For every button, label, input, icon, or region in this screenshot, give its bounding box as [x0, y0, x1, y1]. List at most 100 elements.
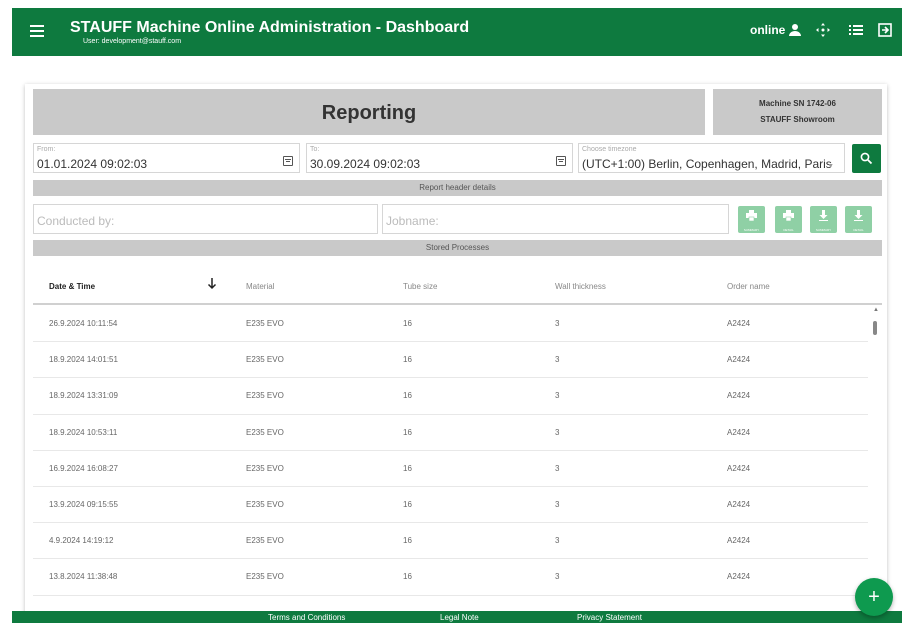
- arrow-down-icon[interactable]: [207, 278, 217, 290]
- cell-wall-thickness: 3: [555, 463, 560, 473]
- print-summary-button[interactable]: SUMMARY: [738, 206, 765, 233]
- report-header-section-title: Report header details: [33, 180, 882, 196]
- cell-tube-size: 16: [403, 536, 412, 546]
- download-icon: [819, 210, 828, 221]
- cell-order-name: A2424: [727, 499, 751, 509]
- jobname-input[interactable]: Jobname:: [382, 204, 729, 234]
- cell-date-time: 18.9.2024 13:31:09: [49, 391, 118, 401]
- search-button[interactable]: [852, 144, 881, 173]
- cell-date-time: 18.9.2024 14:01:51: [49, 355, 118, 365]
- cell-tube-size: 16: [403, 572, 412, 582]
- column-header-tube-size[interactable]: Tube size: [403, 282, 437, 291]
- cell-material: E235 EVO: [246, 572, 284, 582]
- button-caption: DETAIL: [783, 228, 794, 232]
- cell-tube-size: 16: [403, 319, 412, 328]
- from-date-field[interactable]: From: 01.01.2024 09:02:03: [33, 143, 300, 173]
- table-row[interactable]: 18.9.2024 10:53:11 E235 EVO 16 3 A2424: [33, 415, 868, 451]
- machine-location: STAUFF Showroom: [760, 115, 835, 124]
- table-row[interactable]: 4.9.2024 14:19:12 E235 EVO 16 3 A2424: [33, 523, 868, 560]
- timezone-label: Choose timezone: [582, 146, 637, 153]
- to-date-field[interactable]: To: 30.09.2024 09:02:03: [306, 143, 573, 173]
- cell-wall-thickness: 3: [555, 391, 560, 401]
- top-app-bar: STAUFF Machine Online Administration - D…: [12, 8, 902, 56]
- footer: Terms and Conditions Legal Note Privacy …: [12, 611, 902, 623]
- column-header-material[interactable]: Material: [246, 282, 274, 291]
- cell-wall-thickness: 3: [555, 355, 560, 365]
- conducted-by-placeholder: Conducted by:: [37, 214, 115, 228]
- cell-material: E235 EVO: [246, 355, 284, 365]
- table-row[interactable]: 26.9.2024 10:11:54 E235 EVO 16 3 A2424: [33, 306, 868, 343]
- conducted-by-input[interactable]: Conducted by:: [33, 204, 378, 234]
- cell-tube-size: 16: [403, 499, 412, 509]
- column-header-date-time[interactable]: Date & Time: [49, 282, 95, 291]
- logout-icon[interactable]: [877, 22, 893, 38]
- privacy-link[interactable]: Privacy Statement: [577, 613, 642, 622]
- table-row[interactable]: 13.8.2024 11:38:48 E235 EVO 16 3 A2424: [33, 559, 868, 596]
- cell-date-time: 16.9.2024 16:08:27: [49, 463, 118, 473]
- list-icon[interactable]: [848, 22, 864, 38]
- stored-processes-section-title: Stored Processes: [33, 240, 882, 256]
- print-icon: [746, 210, 757, 221]
- move-icon[interactable]: [815, 22, 831, 38]
- menu-icon[interactable]: [30, 25, 44, 37]
- app-title: STAUFF Machine Online Administration - D…: [70, 19, 470, 36]
- reporting-card: Reporting Machine SN 1742-06 STAUFF Show…: [25, 84, 887, 614]
- download-detail-button[interactable]: DETAIL: [845, 206, 872, 233]
- page-title: Reporting: [321, 102, 417, 124]
- machine-serial: Machine SN 1742-06: [759, 99, 836, 108]
- jobname-placeholder: Jobname:: [386, 214, 439, 228]
- cell-material: E235 EVO: [246, 463, 284, 473]
- print-icon: [783, 210, 794, 221]
- cell-material: E235 EVO: [246, 536, 284, 546]
- to-value: 30.09.2024 09:02:03: [310, 157, 421, 171]
- cell-material: E235 EVO: [246, 427, 284, 437]
- cell-wall-thickness: 3: [555, 499, 560, 509]
- column-header-order-name[interactable]: Order name: [727, 282, 770, 291]
- cell-wall-thickness: 3: [555, 572, 560, 582]
- cell-date-time: 4.9.2024 14:19:12: [49, 536, 114, 546]
- table-row[interactable]: 13.9.2024 09:15:55 E235 EVO 16 3 A2424: [33, 487, 868, 524]
- download-icon: [854, 210, 863, 221]
- cell-material: E235 EVO: [246, 391, 284, 401]
- table-scrollbar[interactable]: [873, 321, 877, 335]
- cell-date-time: 26.9.2024 10:11:54: [49, 319, 118, 328]
- current-user: User: development@stauff.com: [83, 38, 182, 45]
- timezone-select[interactable]: Choose timezone (UTC+1:00) Berlin, Copen…: [578, 143, 845, 173]
- cell-order-name: A2424: [727, 319, 751, 328]
- cell-wall-thickness: 3: [555, 427, 560, 437]
- cell-date-time: 18.9.2024 10:53:11: [49, 427, 118, 437]
- download-summary-button[interactable]: SUMMARY: [810, 206, 837, 233]
- cell-order-name: A2424: [727, 463, 751, 473]
- legal-note-link[interactable]: Legal Note: [440, 613, 479, 622]
- cell-tube-size: 16: [403, 427, 412, 437]
- processes-table-body: 26.9.2024 10:11:54 E235 EVO 16 3 A2424 1…: [33, 306, 868, 596]
- print-detail-button[interactable]: DETAIL: [775, 206, 802, 233]
- table-row[interactable]: 16.9.2024 16:08:27 E235 EVO 16 3 A2424: [33, 451, 868, 487]
- table-header: Date & Time Material Tube size Wall thic…: [33, 269, 882, 305]
- machine-info: Machine SN 1742-06 STAUFF Showroom: [713, 89, 882, 135]
- cell-order-name: A2424: [727, 536, 751, 546]
- from-value: 01.01.2024 09:02:03: [37, 157, 148, 171]
- scroll-up-arrow-icon[interactable]: ▲: [873, 307, 879, 313]
- timezone-value: (UTC+1:00) Berlin, Copenhagen, Madrid, P…: [582, 157, 832, 171]
- button-caption: SUMMARY: [743, 228, 760, 232]
- calendar-icon[interactable]: [283, 156, 293, 166]
- terms-link[interactable]: Terms and Conditions: [268, 613, 345, 622]
- table-row[interactable]: 18.9.2024 13:31:09 E235 EVO 16 3 A2424: [33, 378, 868, 415]
- person-icon[interactable]: [787, 22, 803, 38]
- cell-date-time: 13.9.2024 09:15:55: [49, 499, 118, 509]
- cell-material: E235 EVO: [246, 319, 284, 328]
- cell-tube-size: 16: [403, 463, 412, 473]
- cell-wall-thickness: 3: [555, 536, 560, 546]
- cell-order-name: A2424: [727, 427, 751, 437]
- cell-order-name: A2424: [727, 391, 751, 401]
- table-row[interactable]: 18.9.2024 14:01:51 E235 EVO 16 3 A2424: [33, 342, 868, 379]
- cell-tube-size: 16: [403, 391, 412, 401]
- calendar-icon[interactable]: [556, 156, 566, 166]
- add-button[interactable]: +: [855, 578, 893, 616]
- column-header-wall-thickness[interactable]: Wall thickness: [555, 282, 606, 291]
- search-icon: [860, 152, 873, 165]
- reporting-banner: Reporting: [33, 89, 705, 135]
- cell-order-name: A2424: [727, 572, 751, 582]
- cell-order-name: A2424: [727, 355, 751, 365]
